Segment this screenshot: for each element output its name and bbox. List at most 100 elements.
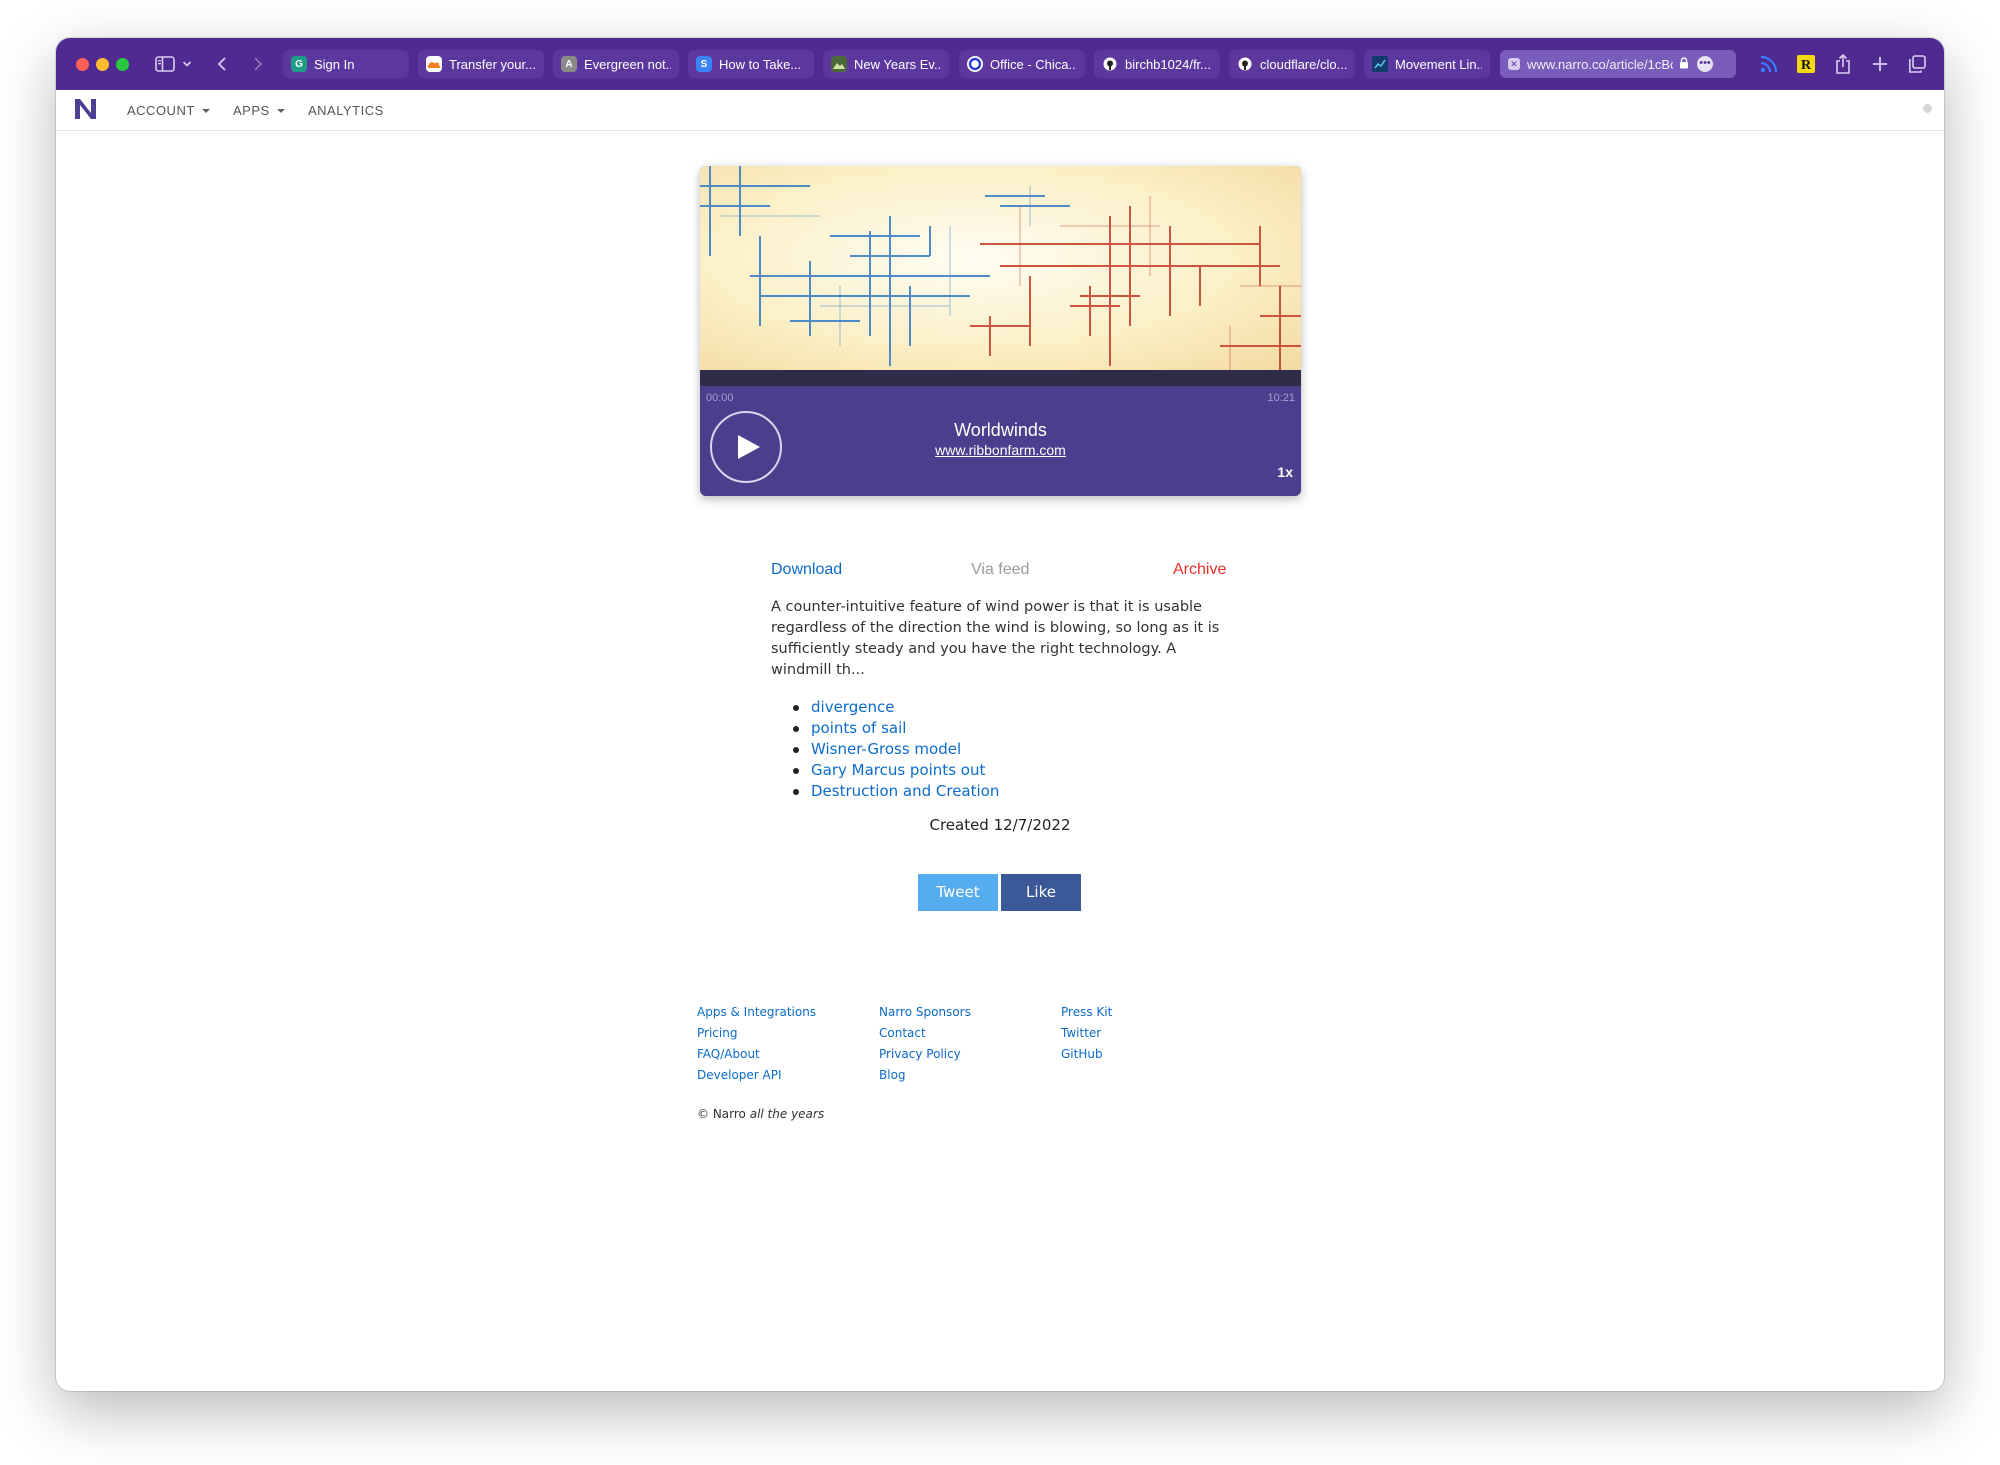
zoom-window-button[interactable] — [116, 58, 129, 71]
archive-link[interactable]: Archive — [1173, 561, 1226, 579]
grammarly-g-icon: G — [291, 56, 307, 72]
tab-title: Sign In — [314, 56, 355, 72]
footer-column: Press Kit Twitter GitHub — [1061, 1002, 1112, 1065]
tag-link[interactable]: Wisner-Gross model — [811, 740, 961, 758]
tab-overview-icon[interactable] — [1906, 50, 1928, 78]
github-icon — [1237, 56, 1253, 72]
bullet-icon — [793, 726, 799, 732]
tag-link[interactable]: Gary Marcus points out — [811, 761, 985, 779]
more-options-icon[interactable]: ••• — [1697, 56, 1713, 72]
download-link[interactable]: Download — [771, 561, 842, 579]
tag-link[interactable]: points of sail — [811, 719, 906, 737]
new-tab-plus-icon[interactable] — [1869, 50, 1891, 78]
list-item: divergence — [793, 697, 999, 718]
footer-link[interactable]: FAQ/About — [697, 1044, 816, 1065]
footer-link[interactable]: Pricing — [697, 1023, 816, 1044]
copyright-prefix: © Narro — [697, 1107, 746, 1121]
via-feed-label: Via feed — [971, 561, 1030, 578]
status-dot — [1923, 104, 1932, 113]
tag-list: divergence points of sail Wisner-Gross m… — [771, 697, 999, 802]
list-item: Gary Marcus points out — [793, 760, 999, 781]
share-icon[interactable] — [1832, 50, 1854, 78]
tag-link[interactable]: Destruction and Creation — [811, 782, 999, 800]
episode-source-link[interactable]: www.ribbonfarm.com — [935, 442, 1066, 458]
nav-analytics-link[interactable]: ANALYTICS — [308, 103, 384, 118]
browser-tab-bar: G Sign In Transfer your... A Evergreen n… — [56, 38, 1944, 90]
browser-tab[interactable]: A Evergreen not... — [553, 50, 679, 78]
footer-link[interactable]: Contact — [879, 1023, 971, 1044]
list-item: Destruction and Creation — [793, 781, 999, 802]
episode-cover-art — [700, 166, 1301, 370]
footer-link[interactable]: Blog — [879, 1065, 971, 1086]
footer-link[interactable]: Twitter — [1061, 1023, 1112, 1044]
lock-icon — [1679, 56, 1689, 72]
copyright-notice: © Narro all the years — [697, 1107, 824, 1121]
minimize-window-button[interactable] — [96, 58, 109, 71]
o-ring-icon — [967, 56, 983, 72]
bullet-icon — [793, 747, 799, 753]
browser-tab[interactable]: New Years Ev... — [823, 50, 949, 78]
nav-item-label: APPS — [233, 103, 270, 118]
browser-window: G Sign In Transfer your... A Evergreen n… — [56, 38, 1944, 1391]
cloudflare-cloud-icon — [426, 56, 442, 72]
browser-tab[interactable]: S How to Take... — [688, 50, 814, 78]
footer-link[interactable]: GitHub — [1061, 1044, 1112, 1065]
back-arrow-icon[interactable] — [214, 50, 230, 78]
browser-tab[interactable]: Transfer your... — [418, 50, 544, 78]
narro-logo[interactable] — [74, 98, 98, 125]
tab-title: How to Take... — [719, 56, 802, 72]
svg-text:R: R — [1801, 58, 1812, 73]
copyright-suffix: all the years — [749, 1107, 825, 1121]
bullet-icon — [793, 789, 799, 795]
like-button[interactable]: Like — [1001, 874, 1081, 911]
chart-icon — [1372, 56, 1388, 72]
footer-link[interactable]: Privacy Policy — [879, 1044, 971, 1065]
chevron-down-icon[interactable] — [180, 50, 194, 78]
browser-tab[interactable]: cloudflare/clo... — [1229, 50, 1355, 78]
tab-title: Movement Lin... — [1395, 56, 1482, 72]
playback-progress-bar[interactable] — [700, 370, 1301, 386]
browser-tab[interactable]: G Sign In — [283, 50, 409, 78]
caret-down-icon — [201, 108, 210, 113]
tab-title: birchb1024/fr... — [1125, 56, 1211, 72]
footer-link[interactable]: Narro Sponsors — [879, 1002, 971, 1023]
footer-link[interactable]: Apps & Integrations — [697, 1002, 816, 1023]
nav-account-dropdown[interactable]: ACCOUNT — [127, 103, 210, 118]
current-time: 00:00 — [706, 392, 734, 404]
active-tab-address-bar[interactable]: ✕ www.narro.co/article/1cBc ••• — [1500, 50, 1736, 78]
bullet-icon — [793, 768, 799, 774]
letter-s-icon: S — [696, 56, 712, 72]
site-navbar: ACCOUNT APPS ANALYTICS — [56, 90, 1944, 131]
rss-feed-icon[interactable] — [1758, 50, 1780, 78]
tab-title: cloudflare/clo... — [1260, 56, 1347, 72]
github-icon — [1102, 56, 1118, 72]
tab-title: Office - Chica... — [990, 56, 1077, 72]
list-item: points of sail — [793, 718, 999, 739]
tweet-button[interactable]: Tweet — [918, 874, 998, 911]
playback-speed-button[interactable]: 1x — [1277, 464, 1293, 480]
forward-arrow-icon[interactable] — [250, 50, 266, 78]
tag-link[interactable]: divergence — [811, 698, 894, 716]
browser-tab[interactable]: Movement Lin... — [1364, 50, 1490, 78]
created-date: Created 12/7/2022 — [929, 816, 1071, 834]
tab-title: Transfer your... — [449, 56, 536, 72]
reeder-r-icon[interactable]: R — [1795, 50, 1817, 78]
list-item: Wisner-Gross model — [793, 739, 999, 760]
duration-time: 10:21 — [1267, 392, 1295, 404]
tab-title: New Years Ev... — [854, 56, 941, 72]
episode-title: Worldwinds — [954, 420, 1047, 440]
nav-item-label: ACCOUNT — [127, 103, 195, 118]
nav-apps-dropdown[interactable]: APPS — [233, 103, 285, 118]
url-text[interactable]: www.narro.co/article/1cBc — [1527, 57, 1673, 72]
footer-column: Narro Sponsors Contact Privacy Policy Bl… — [879, 1002, 971, 1086]
close-x-icon[interactable]: ✕ — [1508, 58, 1520, 70]
footer-column: Apps & Integrations Pricing FAQ/About De… — [697, 1002, 816, 1086]
browser-tab[interactable]: birchb1024/fr... — [1094, 50, 1220, 78]
footer-link[interactable]: Developer API — [697, 1065, 816, 1086]
photo-icon — [831, 56, 847, 72]
browser-tab[interactable]: Office - Chica... — [959, 50, 1085, 78]
sidebar-toggle-icon[interactable] — [153, 50, 177, 78]
footer-link[interactable]: Press Kit — [1061, 1002, 1112, 1023]
article-excerpt: A counter-intuitive feature of wind powe… — [771, 599, 1220, 678]
close-window-button[interactable] — [76, 58, 89, 71]
